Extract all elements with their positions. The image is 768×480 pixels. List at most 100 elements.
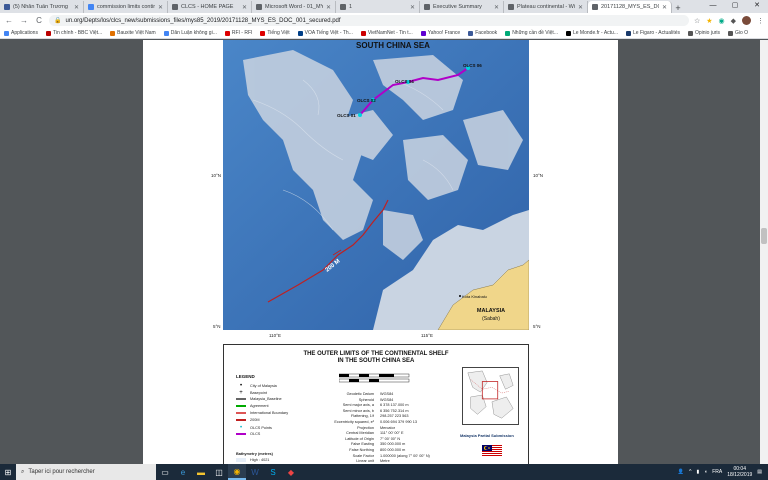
browser-tab[interactable]: commission limits continental✕ — [84, 1, 168, 13]
task-view-icon[interactable]: ▭ — [156, 464, 174, 480]
legend-panel: THE OUTER LIMITS OF THE CONTINENTAL SHEL… — [223, 344, 529, 464]
bookmark-star-icon[interactable]: ☆ — [694, 17, 700, 25]
legend-heading: LEGEND — [236, 374, 255, 379]
notification-icon[interactable]: ▤ — [757, 469, 762, 475]
bookmark-favicon-icon — [110, 30, 116, 36]
tab-close-icon[interactable]: ✕ — [662, 4, 667, 11]
tab-close-icon[interactable]: ✕ — [410, 4, 415, 11]
lock-icon: 🔒 — [54, 18, 62, 24]
bookmark-item[interactable]: Tin chính - BBC Việt... — [45, 30, 102, 36]
bookmark-label: Applications — [11, 30, 38, 36]
bookmark-item[interactable]: Le Monde.fr - Actu... — [565, 30, 618, 36]
extension-icon[interactable]: ◆ — [731, 17, 736, 25]
volume-icon[interactable]: ◖ — [704, 469, 707, 475]
tab-title: 1 — [349, 4, 353, 10]
back-button[interactable]: ← — [4, 16, 14, 25]
window-controls: — ▢ ✕ — [702, 0, 768, 12]
close-window-button[interactable]: ✕ — [746, 0, 768, 12]
bookmark-favicon-icon — [687, 30, 693, 36]
bathymetry-map: SOUTH CHINA SEA OLCS 01 OLCS 02 OLCS 04 … — [223, 40, 529, 330]
clock[interactable]: 00:04 18/12/2019 — [727, 466, 752, 478]
bookmark-item[interactable]: Yahoo! France — [420, 30, 460, 36]
scrollbar-thumb[interactable] — [761, 228, 767, 244]
chevron-up-icon[interactable]: ^ — [689, 469, 691, 475]
bookmark-favicon-icon — [505, 30, 511, 36]
word-icon[interactable]: W — [246, 464, 264, 480]
tab-close-icon[interactable]: ✕ — [242, 4, 247, 11]
file-explorer-icon[interactable]: ▬ — [192, 464, 210, 480]
edge-icon[interactable]: e — [174, 464, 192, 480]
bookmark-item[interactable]: VietNamNet - Tin t... — [360, 30, 413, 36]
bookmark-item[interactable]: Facebook — [468, 30, 497, 36]
browser-tab[interactable]: 20171128_MYS_ES_DOC_0...✕ — [588, 1, 672, 13]
tab-favicon-icon — [592, 4, 598, 10]
bookmark-favicon-icon — [4, 30, 9, 36]
bathymetry-high: High : 4021 — [236, 458, 269, 462]
bookmark-label: Opinio juris — [694, 30, 720, 36]
tab-close-icon[interactable]: ✕ — [74, 4, 79, 11]
olcs-06-label: OLCS 06 — [463, 63, 482, 68]
browser-tab[interactable]: (5) Nhân Tuấn Trương ✕ — [0, 1, 84, 13]
pdf-scrollbar[interactable] — [760, 40, 768, 464]
tab-favicon-icon — [4, 4, 10, 10]
bookmark-item[interactable]: Những cần đề Việt... — [505, 30, 558, 36]
browser-tab[interactable]: 1 ✕ — [336, 1, 420, 13]
tab-close-icon[interactable]: ✕ — [494, 4, 499, 11]
store-icon[interactable]: ◫ — [210, 464, 228, 480]
olcs-point — [358, 113, 362, 117]
people-icon[interactable]: 👤 — [678, 469, 684, 475]
language-indicator[interactable]: FRA — [712, 469, 722, 475]
address-bar[interactable]: 🔒 un.org/Depts/los/clcs_new/submissions_… — [49, 15, 689, 26]
skype-icon[interactable]: S — [264, 464, 282, 480]
browser-toolbar: ← → C 🔒 un.org/Depts/los/clcs_new/submis… — [0, 13, 768, 28]
city-marker — [459, 295, 461, 297]
extension-icon[interactable]: ◉ — [719, 17, 725, 25]
legend-item: Agreement — [236, 404, 269, 408]
tab-close-icon[interactable]: ✕ — [326, 4, 331, 11]
browser-tab[interactable]: Executive Summary ✕ — [420, 1, 504, 13]
maximize-button[interactable]: ▢ — [724, 0, 746, 12]
bookmark-label: Tiếng Việt — [267, 30, 290, 36]
tab-close-icon[interactable]: ✕ — [158, 4, 163, 11]
bookmark-item[interactable]: RFI - RFI — [224, 30, 252, 36]
tab-title: commission limits continental — [97, 4, 155, 10]
legend-label: City of Malaysia — [250, 384, 277, 388]
olcs-01-label: OLCS 01 — [337, 113, 356, 118]
country-label: MALAYSIA — [477, 308, 505, 314]
malaysia-flag — [482, 445, 502, 456]
bookmark-favicon-icon — [565, 30, 571, 36]
network-icon[interactable]: ▮ — [696, 469, 699, 475]
new-tab-button[interactable]: + — [672, 3, 684, 13]
forward-button[interactable]: → — [19, 16, 29, 25]
bookmark-favicon-icon — [420, 30, 426, 36]
app-icon[interactable]: ◆ — [282, 464, 300, 480]
bookmark-item[interactable]: Gio O — [728, 30, 748, 36]
bookmark-item[interactable]: Le Figaro - Actualités — [626, 30, 680, 36]
bookmark-item[interactable]: Tiếng Việt — [260, 30, 290, 36]
bookmark-item[interactable]: Applications — [4, 30, 38, 36]
scale-bar — [339, 373, 410, 383]
extension-icon[interactable]: ★ — [706, 17, 712, 25]
bookmark-favicon-icon — [260, 30, 266, 36]
browser-tab[interactable]: CLCS - HOME PAGE ✕ — [168, 1, 252, 13]
chrome-icon[interactable]: ◉ — [228, 464, 246, 480]
menu-icon[interactable]: ⋮ — [757, 17, 764, 25]
windows-start-icon[interactable]: ⊞ — [0, 464, 16, 480]
toolbar-icons: ☆ ★ ◉ ◆ ⋮ — [694, 16, 764, 25]
tab-close-icon[interactable]: ✕ — [578, 4, 583, 11]
reload-button[interactable]: C — [34, 16, 44, 25]
minimize-button[interactable]: — — [702, 0, 724, 12]
pdf-viewer[interactable]: SOUTH CHINA SEA OLCS 01 OLCS 02 OLCS 04 … — [0, 40, 768, 464]
browser-tab[interactable]: Microsoft Word - 01_MYS...✕ — [252, 1, 336, 13]
pdf-page: SOUTH CHINA SEA OLCS 01 OLCS 02 OLCS 04 … — [143, 40, 618, 464]
bookmark-item[interactable]: Dân Luận không gi... — [163, 30, 217, 36]
browser-tab[interactable]: Plateau continental - Wikipédia✕ — [504, 1, 588, 13]
avatar[interactable] — [742, 16, 751, 25]
bookmark-item[interactable]: Opinio juris — [687, 30, 720, 36]
taskbar-search-box[interactable]: ⌕ Taper ici pour rechercher — [16, 464, 156, 480]
tab-title: 20171128_MYS_ES_DOC_0... — [601, 4, 659, 10]
bookmark-item[interactable]: VOA Tiếng Việt - Th... — [297, 30, 353, 36]
bookmark-label: VOA Tiếng Việt - Th... — [304, 30, 353, 36]
legend-item: + Basepoint — [236, 390, 267, 396]
bookmark-item[interactable]: Bauxite Việt Nam — [110, 30, 156, 36]
